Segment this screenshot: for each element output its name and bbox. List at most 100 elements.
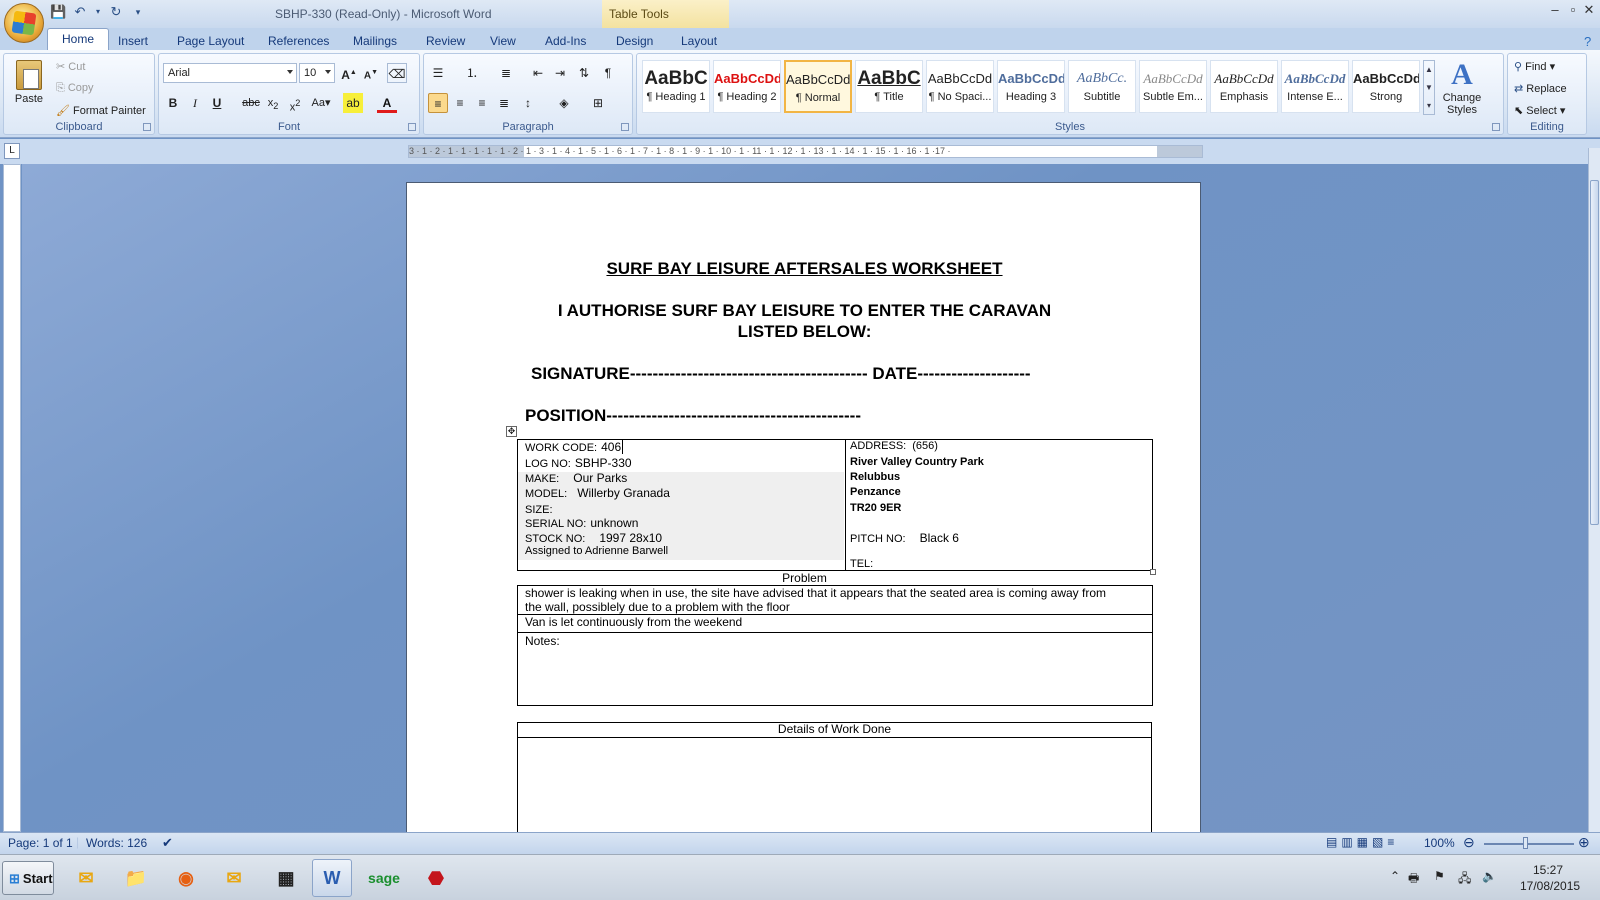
style-heading-2[interactable]: AaBbCcDd ¶ Heading 2: [713, 60, 781, 113]
subscript-icon[interactable]: x2: [263, 93, 283, 113]
style-title[interactable]: AaBbC ¶ Title: [855, 60, 923, 113]
scrollbar-thumb[interactable]: [1590, 180, 1599, 525]
show-hidden-icons[interactable]: ⌃: [1390, 869, 1400, 883]
outlook-2-icon[interactable]: ✉: [214, 859, 254, 897]
calendar-app-icon[interactable]: ▦: [266, 859, 306, 897]
style-heading-1[interactable]: AaBbC ¶ Heading 1: [642, 60, 710, 113]
tab-selector-icon[interactable]: L: [4, 143, 20, 159]
font-size-combo[interactable]: 10: [299, 63, 335, 83]
close-button[interactable]: ✕: [1578, 2, 1600, 18]
tab-mailings[interactable]: Mailings: [353, 31, 397, 50]
word-count[interactable]: Words: 126: [86, 836, 147, 850]
shading-icon[interactable]: ◈: [554, 93, 574, 113]
tab-insert[interactable]: Insert: [118, 31, 148, 50]
numbering-icon[interactable]: ⒈: [462, 63, 482, 83]
help-icon[interactable]: ?: [1584, 31, 1591, 50]
find-button[interactable]: ⚲ Find ▾: [1514, 60, 1555, 73]
grow-font-icon[interactable]: A▲: [339, 63, 359, 83]
zoom-slider[interactable]: [1484, 843, 1574, 845]
clear-formatting-icon[interactable]: ⌫: [387, 63, 407, 83]
start-button[interactable]: ⊞ Start: [2, 861, 54, 895]
sort-icon[interactable]: ⇅: [574, 63, 594, 83]
copy-button[interactable]: ⎘ Copy: [56, 82, 94, 95]
ruler-scale[interactable]: 3 · 1 · 2 · 1 · 1 · 1 · 1 · 1 · 2 · 1 · …: [408, 145, 1203, 158]
change-styles-button[interactable]: A Change Styles: [1437, 58, 1487, 120]
highlight-icon[interactable]: ab: [343, 93, 363, 113]
line-spacing-icon[interactable]: ↕: [518, 93, 538, 113]
format-painter-button[interactable]: 🖌 Format Painter: [56, 104, 146, 117]
italic-icon[interactable]: I: [185, 93, 205, 113]
word-icon[interactable]: W: [312, 859, 352, 897]
paste-button[interactable]: Paste: [10, 58, 48, 120]
page-count[interactable]: Page: 1 of 1: [8, 836, 73, 850]
zoom-out-icon[interactable]: ⊖: [1463, 834, 1475, 851]
clock-time[interactable]: 15:27: [1533, 863, 1563, 877]
style-subtitle[interactable]: AaBbCc. Subtitle: [1068, 60, 1136, 113]
change-case-icon[interactable]: Aa▾: [309, 93, 333, 113]
paragraph-launcher-icon[interactable]: [621, 123, 629, 131]
justify-icon[interactable]: ≣: [494, 93, 514, 113]
clipboard-launcher-icon[interactable]: [143, 123, 151, 131]
tab-page-layout[interactable]: Page Layout: [177, 31, 244, 50]
underline-icon[interactable]: U: [207, 93, 227, 113]
increase-indent-icon[interactable]: ⇥: [550, 63, 570, 83]
tab-review[interactable]: Review: [426, 31, 465, 50]
style-heading-3[interactable]: AaBbCcDd Heading 3: [997, 60, 1065, 113]
volume-icon[interactable]: 🔈: [1482, 869, 1497, 883]
office-button[interactable]: [4, 3, 44, 43]
styles-launcher-icon[interactable]: [1492, 123, 1500, 131]
font-name-combo[interactable]: Arial: [163, 63, 297, 83]
replace-button[interactable]: ⇄ Replace: [1514, 82, 1567, 95]
borders-icon[interactable]: ⊞: [588, 93, 608, 113]
align-left-icon[interactable]: ≡: [428, 93, 448, 113]
outlook-icon[interactable]: ✉: [66, 859, 106, 897]
align-center-icon[interactable]: ≡: [450, 93, 470, 113]
tab-design[interactable]: Design: [616, 31, 653, 50]
table-move-handle-icon[interactable]: ✥: [506, 426, 517, 437]
font-launcher-icon[interactable]: [408, 123, 416, 131]
style-subtle-emphasis[interactable]: AaBbCcDd Subtle Em...: [1139, 60, 1207, 113]
tab-view[interactable]: View: [490, 31, 516, 50]
view-buttons[interactable]: ▤▥▦▧≡: [1326, 835, 1398, 849]
strikethrough-icon[interactable]: abc: [241, 93, 261, 113]
select-button[interactable]: ⬉ Select ▾: [1514, 104, 1565, 117]
printer-icon[interactable]: 🖶: [1408, 869, 1419, 890]
show-formatting-marks-icon[interactable]: ¶: [598, 63, 618, 83]
bold-icon[interactable]: B: [163, 93, 183, 113]
style-normal[interactable]: AaBbCcDd ¶ Normal: [784, 60, 852, 113]
tab-layout[interactable]: Layout: [681, 31, 717, 50]
flag-icon[interactable]: ⚑: [1434, 869, 1445, 883]
clock-date[interactable]: 17/08/2015: [1520, 879, 1580, 893]
cut-button[interactable]: ✂ Cut: [56, 60, 85, 73]
save-icon[interactable]: 💾: [50, 4, 66, 20]
acrobat-icon[interactable]: ⬣: [416, 859, 456, 897]
firefox-icon[interactable]: ◉: [166, 859, 206, 897]
zoom-level[interactable]: 100%: [1424, 836, 1455, 850]
zoom-slider-thumb[interactable]: [1523, 837, 1528, 849]
customize-qat-icon[interactable]: ▾: [130, 4, 146, 20]
multilevel-list-icon[interactable]: ≣: [496, 63, 516, 83]
explorer-icon[interactable]: 📁: [116, 859, 156, 897]
style-strong[interactable]: AaBbCcDd Strong: [1352, 60, 1420, 113]
sage-icon[interactable]: sage: [364, 859, 404, 897]
shrink-font-icon[interactable]: A▼: [361, 63, 381, 83]
styles-scroll-buttons[interactable]: ▲ ▼ ▾: [1423, 60, 1435, 115]
zoom-in-icon[interactable]: ⊕: [1578, 834, 1590, 851]
network-icon[interactable]: 🖧: [1458, 869, 1471, 890]
style-emphasis[interactable]: AaBbCcDd Emphasis: [1210, 60, 1278, 113]
tab-home[interactable]: Home: [47, 28, 110, 50]
superscript-icon[interactable]: x2: [285, 93, 305, 114]
undo-dropdown-icon[interactable]: ▾: [94, 4, 102, 20]
style-intense-emphasis[interactable]: AaBbCcDd Intense E...: [1281, 60, 1349, 113]
bullets-icon[interactable]: ☰: [428, 63, 448, 83]
decrease-indent-icon[interactable]: ⇤: [528, 63, 548, 83]
document-page[interactable]: SURF BAY LEISURE AFTERSALES WORKSHEET I …: [406, 182, 1201, 832]
align-right-icon[interactable]: ≡: [472, 93, 492, 113]
font-color-icon[interactable]: A: [377, 93, 397, 113]
tab-references[interactable]: References: [268, 31, 329, 50]
proofing-icon[interactable]: ✔: [162, 835, 173, 851]
redo-icon[interactable]: ↻: [108, 4, 124, 20]
style-no-spacing[interactable]: AaBbCcDd ¶ No Spaci...: [926, 60, 994, 113]
undo-icon[interactable]: ↶: [72, 4, 88, 20]
tab-add-ins[interactable]: Add-Ins: [545, 31, 586, 50]
